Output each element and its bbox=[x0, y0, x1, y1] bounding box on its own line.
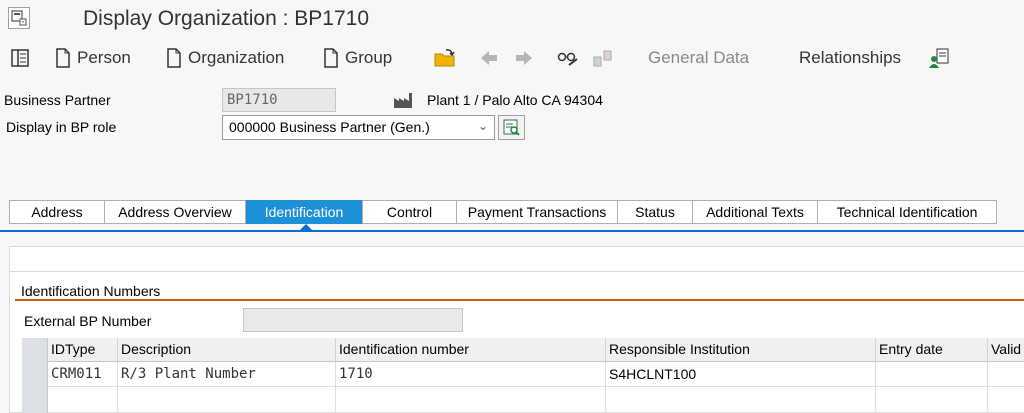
select-all-cell[interactable] bbox=[22, 338, 48, 362]
tab-additional-texts[interactable]: Additional Texts bbox=[692, 200, 818, 224]
transfer-button[interactable] bbox=[592, 46, 614, 70]
table-cell-empty[interactable] bbox=[48, 387, 118, 413]
arrow-right-icon bbox=[516, 51, 532, 65]
previous-button[interactable] bbox=[479, 46, 499, 70]
organization-label: Organization bbox=[188, 48, 285, 67]
tab-underline bbox=[0, 230, 1024, 232]
column-header-description[interactable]: Description bbox=[118, 338, 336, 362]
table-cell-empty[interactable] bbox=[988, 387, 1024, 413]
column-header-id-number[interactable]: Identification number bbox=[336, 338, 606, 362]
search-list-icon bbox=[503, 119, 520, 136]
column-header-valid[interactable]: Valid bbox=[988, 338, 1024, 362]
open-folder-button[interactable] bbox=[434, 46, 456, 70]
business-partner-label: Business Partner bbox=[4, 92, 111, 108]
group-label: Group bbox=[345, 48, 393, 67]
role-details-button[interactable] bbox=[498, 115, 525, 140]
arrow-left-icon bbox=[481, 51, 497, 65]
tab-technical-identification[interactable]: Technical Identification bbox=[817, 200, 997, 224]
column-header-entry-date[interactable]: Entry date bbox=[876, 338, 988, 362]
tab-control[interactable]: Control bbox=[362, 200, 457, 224]
general-data-label: General Data bbox=[648, 48, 750, 67]
external-bp-label: External BP Number bbox=[24, 313, 152, 329]
business-partner-description: Plant 1 / Palo Alto CA 94304 bbox=[427, 92, 603, 108]
table-cell-id-number[interactable]: 1710 bbox=[336, 362, 606, 387]
layout-icon bbox=[11, 49, 29, 67]
tab-status[interactable]: Status bbox=[617, 200, 693, 224]
table-cell-empty[interactable] bbox=[606, 387, 876, 413]
relationships-label: Relationships bbox=[799, 48, 902, 67]
user-settings-button[interactable] bbox=[928, 46, 950, 70]
menu-icon bbox=[11, 10, 27, 26]
tab-identification[interactable]: Identification bbox=[246, 200, 362, 224]
transfer-icon bbox=[593, 50, 612, 67]
business-partner-field[interactable]: BP1710 bbox=[222, 88, 336, 112]
table-cell-valid[interactable] bbox=[988, 362, 1024, 387]
chevron-down-icon: ⌄ bbox=[477, 119, 488, 133]
bp-role-select[interactable]: 000000 Business Partner (Gen.) ⌄ bbox=[222, 115, 495, 140]
folder-icon bbox=[434, 49, 455, 67]
group-divider bbox=[15, 299, 1024, 301]
row-selector[interactable] bbox=[22, 387, 48, 413]
toggle-view-button[interactable] bbox=[10, 46, 30, 70]
column-header-idtype[interactable]: IDType bbox=[48, 338, 118, 362]
divider bbox=[9, 271, 1024, 272]
next-button[interactable] bbox=[514, 46, 534, 70]
factory-icon bbox=[393, 91, 413, 114]
glasses-pencil-icon bbox=[557, 52, 578, 66]
external-bp-field[interactable] bbox=[243, 308, 463, 332]
tab-address-overview[interactable]: Address Overview bbox=[104, 200, 246, 224]
relationships-button[interactable]: Relationships bbox=[799, 46, 901, 70]
document-icon bbox=[167, 48, 181, 68]
document-icon bbox=[56, 48, 70, 68]
general-data-button[interactable]: General Data bbox=[648, 46, 749, 70]
active-tab-indicator bbox=[299, 224, 313, 231]
table-cell-description[interactable]: R/3 Plant Number bbox=[118, 362, 336, 387]
user-document-icon bbox=[929, 48, 949, 68]
tab-payment-transactions[interactable]: Payment Transactions bbox=[456, 200, 618, 224]
tab-address[interactable]: Address bbox=[9, 200, 105, 224]
table-cell-idtype[interactable]: CRM011 bbox=[48, 362, 118, 387]
table-cell-entry-date[interactable] bbox=[876, 362, 988, 387]
column-header-institution[interactable]: Responsible Institution bbox=[606, 338, 876, 362]
page-title: Display Organization : BP1710 bbox=[83, 7, 369, 30]
person-button[interactable]: Person bbox=[55, 46, 131, 70]
group-title: Identification Numbers bbox=[21, 283, 161, 299]
table-cell-empty[interactable] bbox=[876, 387, 988, 413]
table-cell-empty[interactable] bbox=[118, 387, 336, 413]
table-cell-empty[interactable] bbox=[336, 387, 606, 413]
row-selector[interactable] bbox=[22, 362, 48, 387]
organization-button[interactable]: Organization bbox=[166, 46, 284, 70]
bp-role-label: Display in BP role bbox=[6, 119, 117, 135]
document-icon bbox=[324, 48, 338, 68]
display-change-button[interactable] bbox=[557, 46, 579, 70]
table-cell-institution[interactable]: S4HCLNT100 bbox=[606, 362, 876, 387]
bp-role-value: 000000 Business Partner (Gen.) bbox=[229, 119, 430, 135]
person-label: Person bbox=[77, 48, 131, 67]
tab-strip: Address Address Overview Identification … bbox=[9, 200, 997, 224]
group-button[interactable]: Group bbox=[323, 46, 392, 70]
menu-button[interactable] bbox=[8, 7, 30, 29]
